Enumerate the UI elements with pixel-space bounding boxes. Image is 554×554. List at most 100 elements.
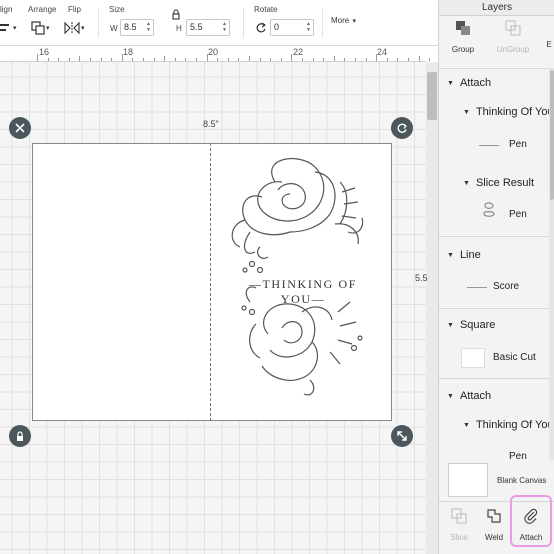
ruler-tick: [37, 54, 38, 61]
ruler-tick: [302, 58, 303, 61]
width-input[interactable]: 8.5 ▲ ▼: [120, 19, 154, 36]
layer-label[interactable]: Pen: [509, 451, 527, 460]
chevron-down-icon: ▼: [463, 422, 470, 429]
width-dimension: 8.5": [203, 119, 219, 129]
separator: [243, 8, 244, 38]
ruler-mark: 18: [123, 47, 134, 57]
chevron-down-icon: ▾: [13, 25, 17, 32]
slice-icon: [451, 508, 467, 524]
ruler-tick: [429, 58, 431, 61]
ruler-tick: [206, 54, 208, 61]
layer-group-slice[interactable]: ▼ Slice Result: [463, 177, 549, 189]
more-button[interactable]: More ▾: [331, 16, 356, 25]
width-value: 8.5: [124, 22, 137, 32]
chevron-down-icon: ▼: [463, 180, 470, 187]
ruler-tick: [386, 58, 388, 61]
ruler-tick: [100, 58, 102, 61]
slice-button[interactable]: Slice: [443, 508, 475, 542]
ruler-mark: 22: [293, 47, 304, 57]
height-input[interactable]: 5.5 ▲ ▼: [186, 19, 230, 36]
ruler-tick: [270, 58, 272, 61]
divider: [439, 308, 549, 309]
align-icon: [0, 24, 9, 31]
resize-icon: [397, 431, 407, 441]
close-icon: [15, 123, 25, 133]
canvas-scrollbar[interactable]: [426, 62, 438, 554]
layer-thumbnail: [461, 348, 485, 368]
paperclip-icon: [524, 508, 538, 524]
stepper-icon[interactable]: ▲ ▼: [306, 21, 311, 33]
edge-tool-button[interactable]: E: [543, 20, 554, 64]
scrollbar-thumb[interactable]: [550, 70, 554, 200]
layer-square[interactable]: ▼ Square: [447, 319, 549, 331]
ruler-tick: [132, 58, 134, 61]
ruler-tick: [185, 58, 187, 61]
ruler-tick: [68, 58, 70, 61]
layers-panel: Layers Group UnGroup E ▼ Attach ▼ Thinking…: [438, 0, 554, 554]
chevron-down-icon: ▾: [46, 25, 50, 32]
ruler-tick: [312, 58, 314, 61]
align-button[interactable]: ▾: [0, 20, 17, 36]
weld-button[interactable]: Weld: [478, 508, 510, 542]
width-label: W: [110, 24, 118, 33]
flip-button[interactable]: ▾: [64, 20, 85, 36]
group-label: Group: [451, 45, 475, 54]
lock-icon: [17, 430, 23, 441]
flip-label: Flip: [68, 5, 81, 14]
ruler-tick: [323, 58, 325, 61]
ungroup-icon: [505, 20, 521, 36]
arrange-button[interactable]: ▾: [31, 20, 50, 36]
layer-label: Attach: [459, 77, 492, 89]
layer-label: Slice Result: [475, 177, 535, 189]
ruler-tick: [291, 54, 293, 61]
ungroup-label: UnGroup: [496, 45, 530, 54]
stepper-icon[interactable]: ▲ ▼: [222, 21, 227, 33]
ungroup-button[interactable]: UnGroup: [493, 20, 533, 64]
ruler-tick: [164, 56, 166, 61]
height-value: 5.5: [190, 22, 203, 32]
stepper-icon[interactable]: ▲ ▼: [146, 21, 151, 33]
edge-label: E: [546, 40, 552, 49]
scrollbar-thumb[interactable]: [427, 72, 437, 120]
design-space: lign ▾ Arrange ▾ Flip ▾ Size W 8.5 ▲ ▼ H …: [0, 0, 554, 554]
divider: [439, 236, 549, 237]
layer-line[interactable]: ▼ Line: [447, 249, 549, 261]
blank-canvas-swatch[interactable]: [448, 463, 488, 497]
chevron-down-icon: ▼: [447, 393, 454, 400]
separator: [322, 8, 323, 38]
layer-group-text[interactable]: ▼ Thinking Of You: [463, 106, 549, 118]
layer-label[interactable]: Basic Cut: [493, 352, 536, 363]
layers-list[interactable]: ▼ Attach ▼ Thinking Of You Pen ▼ Slice Resu…: [439, 68, 549, 460]
ruler-tick: [344, 58, 346, 61]
panel-title: Layers: [439, 0, 554, 16]
ruler-tick: [280, 58, 282, 61]
resize-handle[interactable]: [391, 425, 413, 447]
rotate-input[interactable]: 0 ▲ ▼: [270, 19, 314, 36]
chevron-down-icon: ▼: [447, 252, 454, 259]
height-label: H: [176, 24, 182, 33]
card-sentiment-text[interactable]: —THINKING OF YOU—: [236, 277, 370, 307]
layer-label: Line: [459, 249, 481, 261]
layer-group-attach[interactable]: ▼ Attach: [447, 77, 549, 89]
divider: [439, 378, 549, 379]
delete-handle[interactable]: [9, 117, 31, 139]
attach-button[interactable]: Attach: [515, 508, 547, 542]
layer-group-text[interactable]: ▼ Thinking Of You: [463, 419, 549, 431]
layer-label[interactable]: Pen: [509, 209, 527, 220]
lock-icon[interactable]: [171, 9, 181, 20]
lock-handle[interactable]: [9, 425, 31, 447]
weld-label: Weld: [484, 533, 504, 542]
ruler-tick: [153, 58, 155, 61]
layer-group-attach[interactable]: ▼ Attach: [447, 390, 549, 402]
group-button[interactable]: Group: [443, 20, 483, 64]
chevron-down-icon: ▾: [352, 18, 356, 25]
rotate-handle[interactable]: [391, 117, 413, 139]
layers-scrollbar[interactable]: [549, 68, 554, 460]
group-icon: [456, 21, 470, 35]
slice-label: Slice: [450, 533, 468, 542]
more-label: More: [331, 16, 350, 25]
rotate-icon: [397, 123, 407, 133]
layer-label[interactable]: Pen: [509, 139, 527, 150]
ruler-tick: [174, 58, 176, 61]
layer-label[interactable]: Score: [493, 281, 519, 292]
